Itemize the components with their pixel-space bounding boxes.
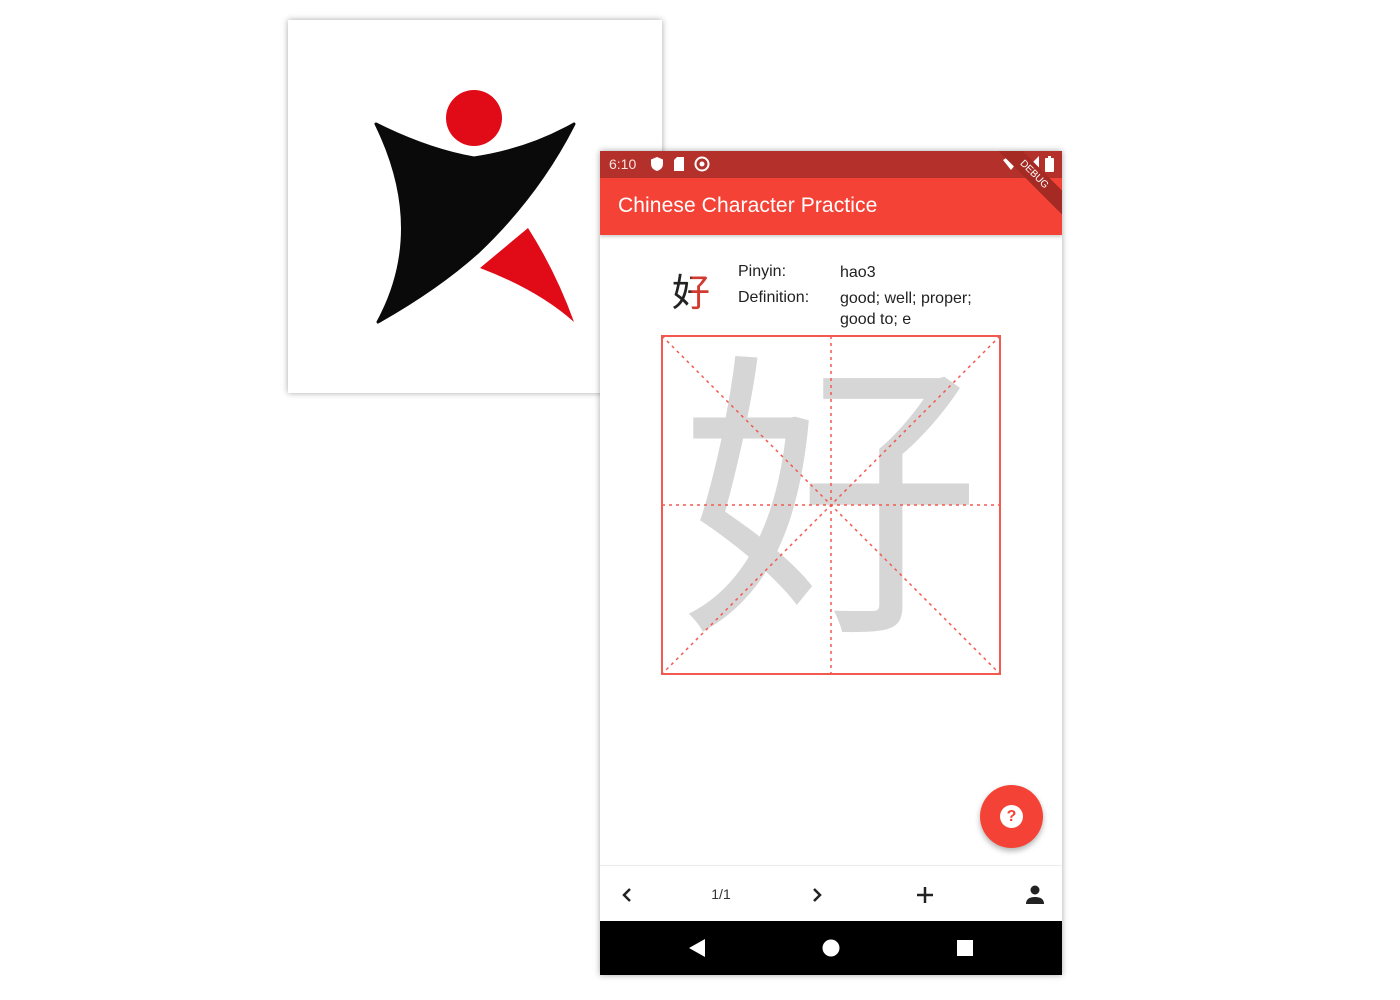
bottom-toolbar: 1/1 [600,865,1062,922]
battery-icon [1045,156,1054,172]
chevron-left-icon[interactable] [616,884,640,906]
pinyin-label: Pinyin: [738,263,787,280]
status-time: 6:10 [609,156,637,172]
definition-label: Definition: [738,289,810,306]
pinyin-value: hao3 [840,264,876,281]
help-icon: ? [1000,805,1023,828]
definition-value: good; well; proper; good to; e [840,290,972,328]
status-icons-left [650,156,710,172]
chevron-right-icon[interactable] [804,884,828,906]
sd-card-icon [674,157,684,171]
sync-icon [694,156,710,172]
status-bar: 6:10 [600,151,1062,178]
recents-square-icon[interactable] [955,937,975,959]
help-fab-button[interactable]: ? [980,785,1043,848]
character-preview: 好 [672,262,710,317]
system-nav-bar [600,921,1062,975]
app-bar: Chinese Character Practice [600,178,1062,235]
page-indicator: 1/1 [711,886,731,902]
app-title: Chinese Character Practice [618,194,878,217]
phone-screen: 6:10 Chinese Character Practice DEBUG 好 … [600,151,1062,975]
back-triangle-icon[interactable] [687,937,707,959]
practice-grid[interactable]: 好 [661,335,1001,675]
person-icon[interactable] [1023,884,1047,906]
grid-guide-lines [661,335,1001,675]
shield-icon [651,157,663,171]
home-circle-icon[interactable] [821,937,841,959]
plus-icon[interactable] [913,884,937,906]
